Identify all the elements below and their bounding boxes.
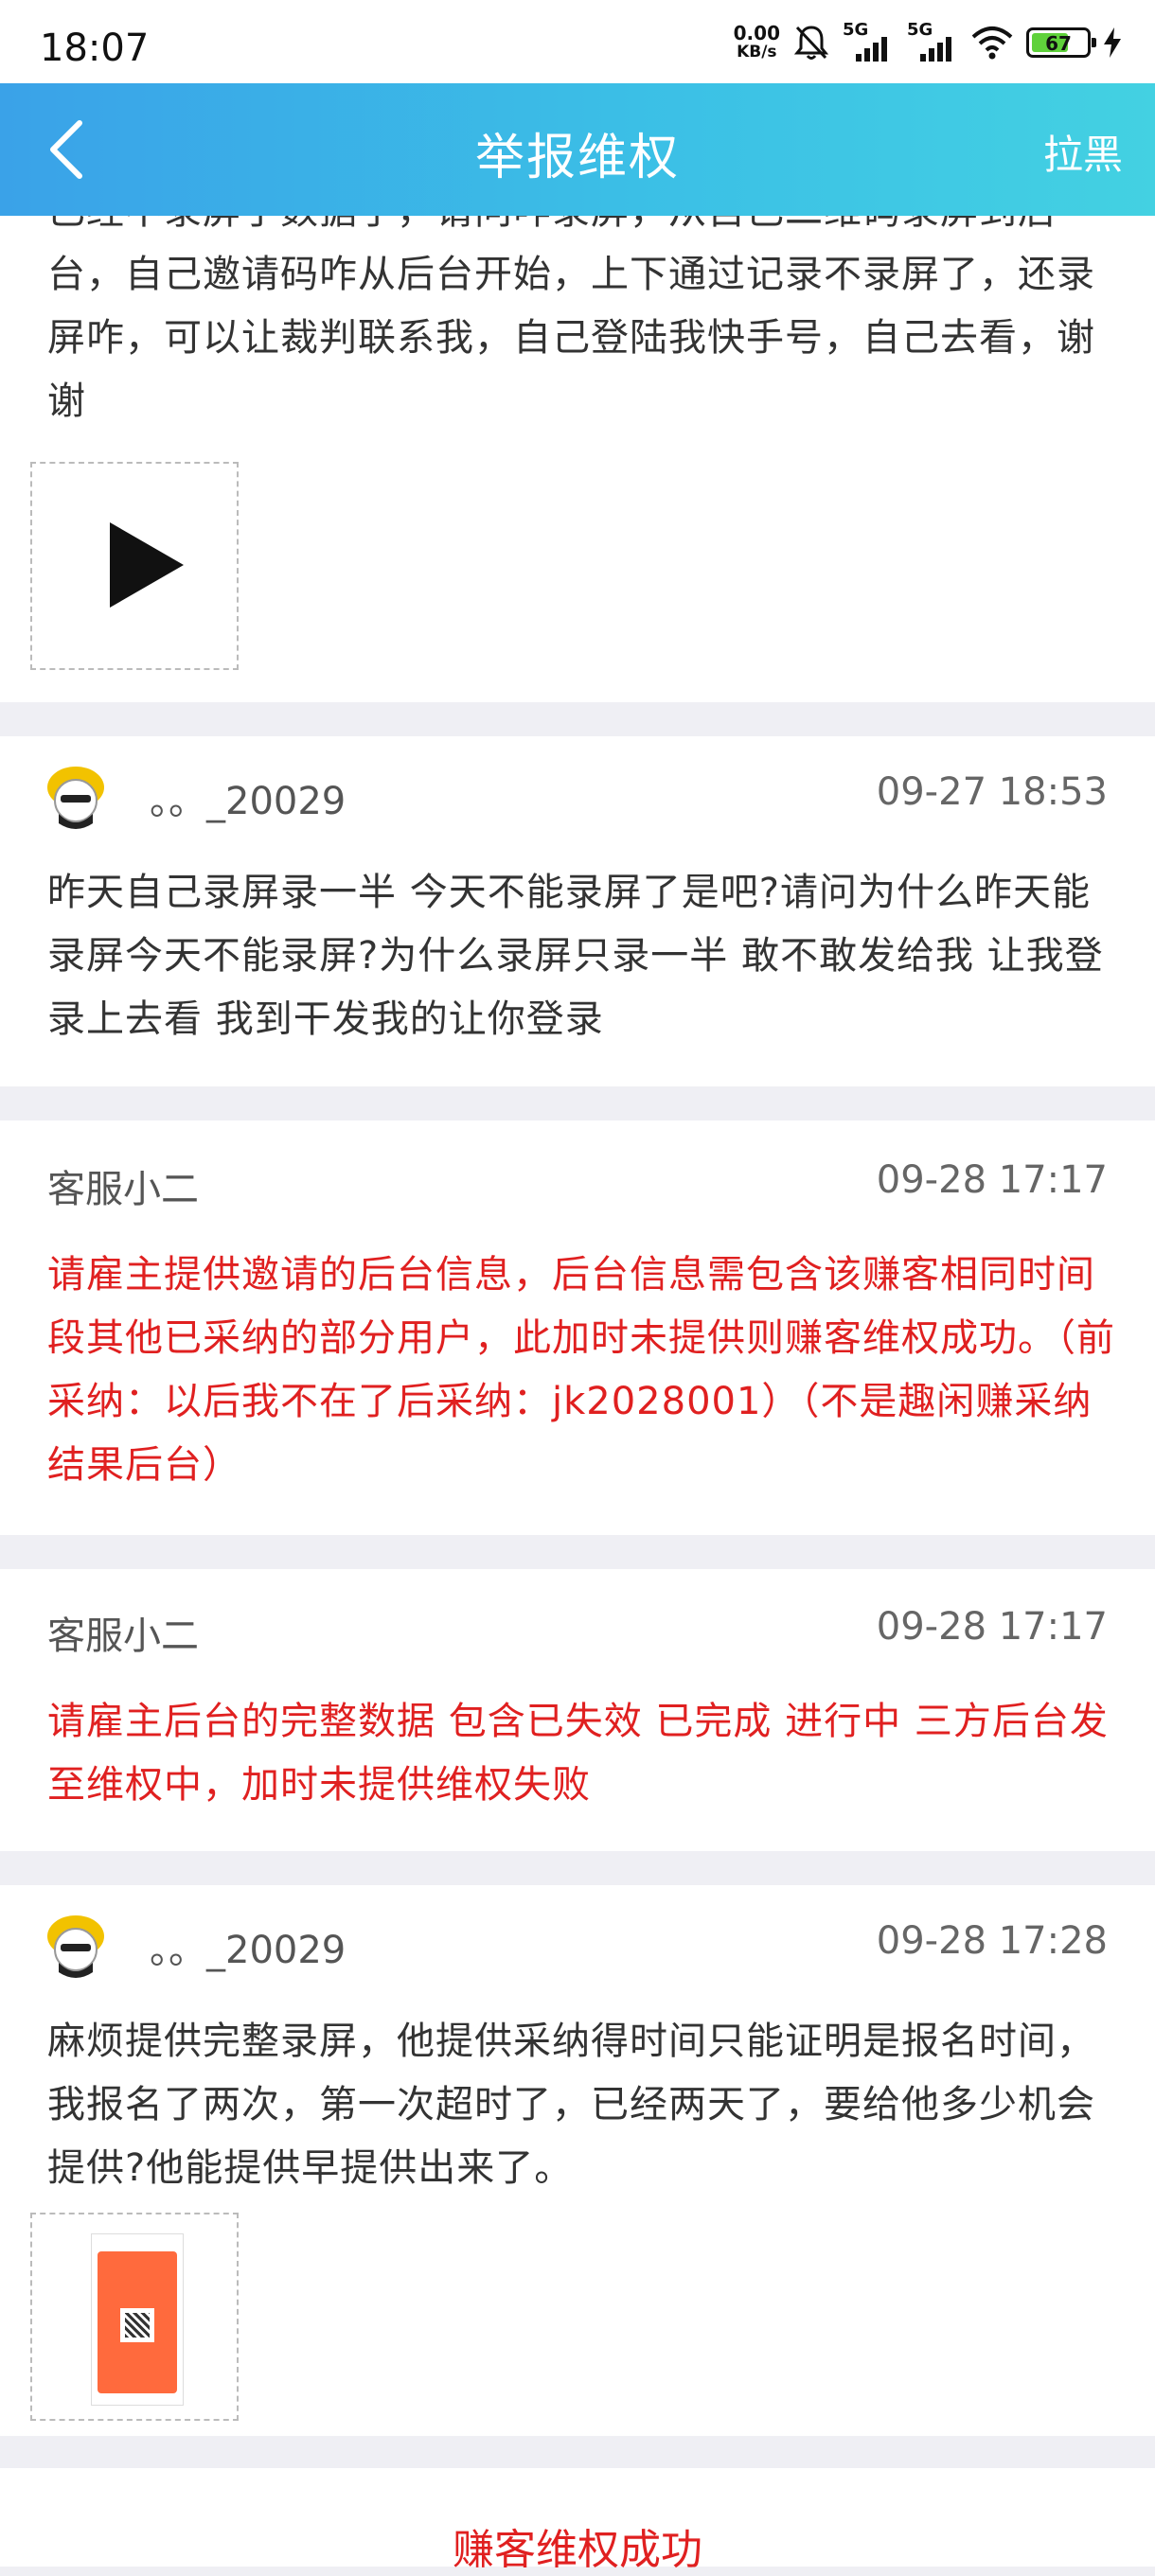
battery-nub [1092, 38, 1096, 47]
signal-bars-icon [920, 37, 951, 62]
battery-level: 67 [1045, 32, 1072, 55]
status-time: 18:07 [40, 26, 150, 70]
avatar [47, 1915, 104, 1978]
message-time: 09-28 17:17 [876, 1158, 1108, 1202]
video-attachment[interactable] [30, 462, 239, 670]
message-card: 已经不录屏了数据了，请问咋录屏，从自己二维码录屏到后台，自己邀请码咋从后台开始，… [0, 216, 1155, 702]
play-icon [110, 522, 184, 608]
message-time: 09-28 17:17 [876, 1605, 1108, 1649]
block-button[interactable]: 拉黑 [1043, 123, 1123, 181]
screenshot-thumbnail [91, 2233, 184, 2406]
charging-bolt-icon [1104, 27, 1121, 58]
message-body: 昨天自己录屏录一半 今天不能录屏了是吧?请问为什么昨天能录屏今天不能录屏?为什么… [47, 871, 1104, 1041]
signal-bars-icon [856, 37, 887, 62]
result-card: 赚客维权成功 [0, 2468, 1155, 2574]
author-name: 客服小二 [47, 1614, 199, 1658]
wifi-icon [971, 26, 1013, 60]
qr-code-icon [120, 2308, 154, 2342]
author-name: 。。_20029 [150, 1929, 346, 1972]
cell-signal-1: 5G [843, 20, 894, 62]
message-card: 客服小二 09-28 17:17 请雇主后台的完整数据 包含已失效 已完成 进行… [0, 1569, 1155, 1851]
message-body: 麻烦提供完整录屏，他提供采纳得时间只能证明是报名时间，我报名了两次，第一次超时了… [47, 2020, 1095, 2190]
cell-signal-2: 5G [907, 20, 958, 62]
nav-bar: 举报维权 拉黑 [0, 83, 1155, 216]
status-icons: 0.00 KB/s 5G 5G 67 [734, 20, 1121, 64]
status-bar: 18:07 0.00 KB/s 5G 5G 67 [0, 0, 1155, 83]
battery-icon: 67 [1026, 27, 1096, 58]
message-card: 。。_20029 09-28 17:28 麻烦提供完整录屏，他提供采纳得时间只能… [0, 1885, 1155, 2436]
message-time: 09-27 18:53 [876, 770, 1108, 814]
author-name: 。。_20029 [150, 780, 346, 823]
message-time: 09-28 17:28 [876, 1919, 1108, 1963]
message-body: 请雇主后台的完整数据 包含已失效 已完成 进行中 三方后台发至维权中，加时未提供… [47, 1700, 1109, 1807]
result-status[interactable]: 赚客维权成功 [0, 2515, 1155, 2576]
message-body: 请雇主提供邀请的后台信息，后台信息需包含该赚客相同时间段其他已采纳的部分用户，此… [47, 1253, 1115, 1487]
qr-pattern [125, 2313, 150, 2338]
network-speed-value: 0.00 [733, 22, 780, 44]
bell-muted-icon [793, 26, 829, 60]
message-body: 已经不录屏了数据了，请问咋录屏，从自己二维码录屏到后台，自己邀请码咋从后台开始，… [47, 216, 1095, 423]
message-card: 客服小二 09-28 17:17 请雇主提供邀请的后台信息，后台信息需包含该赚客… [0, 1120, 1155, 1535]
page-title: 举报维权 [474, 130, 680, 186]
avatar [47, 767, 104, 829]
message-card: 。。_20029 09-27 18:53 昨天自己录屏录一半 今天不能录屏了是吧… [0, 736, 1155, 1086]
network-speed: 0.00 KB/s [734, 24, 780, 62]
author-name: 客服小二 [47, 1168, 199, 1211]
network-speed-unit: KB/s [737, 43, 777, 62]
image-attachment[interactable] [30, 2213, 239, 2421]
